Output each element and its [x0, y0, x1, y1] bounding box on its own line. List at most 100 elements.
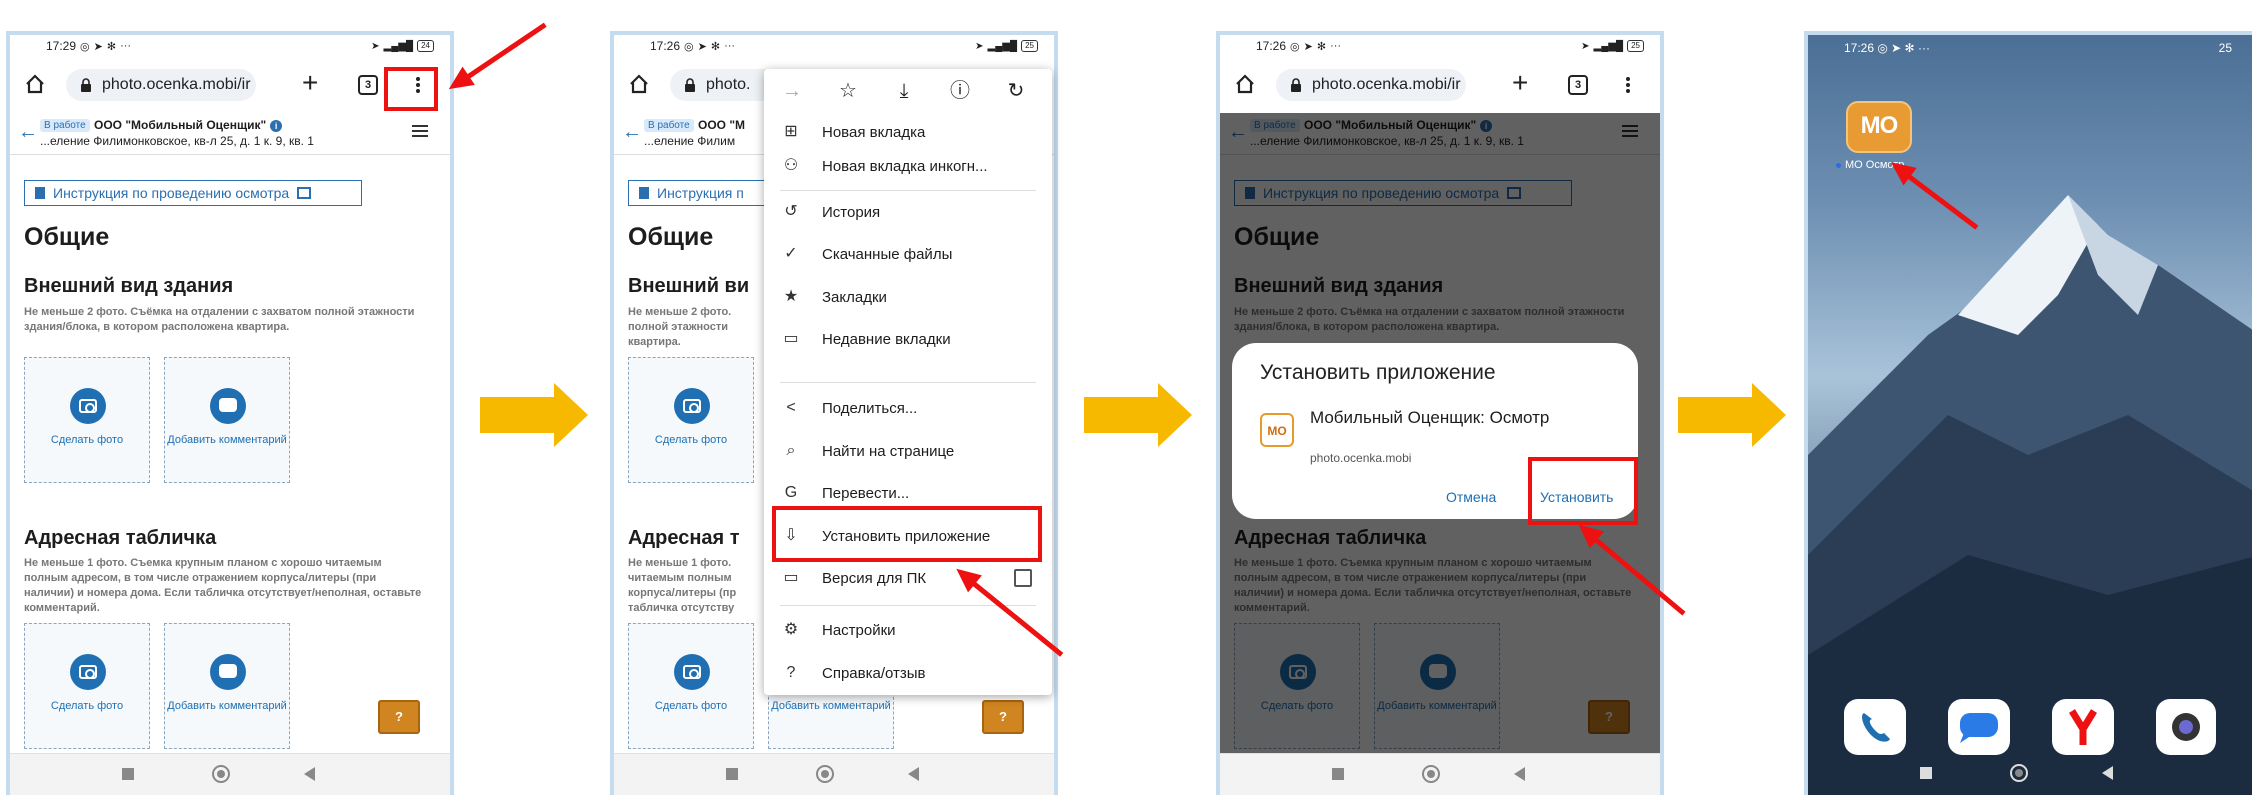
camera-icon — [674, 388, 710, 424]
home-wallpaper: 17:26 ◎ ➤ ✻ ··· 25 МО МО Осмотр — [1808, 35, 2252, 795]
battery-indicator: 25 — [2218, 41, 2232, 55]
browser-toolbar: photo.ocenka.mobi/ir + 3 — [1220, 65, 1660, 105]
location-icon: ➤ — [371, 40, 380, 52]
menu-divider — [780, 382, 1036, 383]
location-icon: ➤ — [1581, 40, 1590, 52]
tab-switcher-button[interactable]: 3 — [358, 75, 378, 95]
status-badge: В работе — [644, 119, 694, 132]
yandex-browser-icon[interactable] — [2052, 699, 2114, 755]
add-comment-label: Добавить комментарий — [167, 434, 287, 446]
highlight-install-button — [1528, 457, 1638, 525]
back-button[interactable] — [2102, 766, 2113, 780]
lock-icon — [685, 78, 695, 92]
menu-item-incognito[interactable]: ⚇ Новая вкладка инкогн... — [764, 149, 1052, 183]
status-time: 17:29 — [46, 39, 77, 53]
pointer-arrow — [462, 22, 547, 82]
home-button[interactable] — [1422, 765, 1440, 783]
phone-app-icon[interactable] — [1844, 699, 1906, 755]
signal-icon: ▂▄▆█ — [987, 40, 1018, 52]
info-icon[interactable]: i — [270, 120, 283, 132]
menu-item-history[interactable]: ↺ История — [764, 195, 1052, 229]
back-button[interactable] — [304, 767, 315, 781]
more-notifications: ··· — [120, 40, 132, 52]
recents-button[interactable] — [1332, 768, 1344, 780]
add-comment-card[interactable]: Добавить комментарий — [164, 357, 290, 483]
refresh-icon[interactable]: ↻ — [1004, 79, 1028, 103]
android-nav-bar — [10, 753, 450, 795]
help-button[interactable]: ? — [982, 700, 1024, 734]
help-button[interactable]: ? — [378, 700, 420, 734]
menu-item-translate[interactable]: G Перевести... — [764, 476, 1052, 510]
download-icon[interactable]: ⤓ — [892, 79, 916, 103]
dialog-app-url: photo.ocenka.mobi — [1310, 451, 1412, 465]
menu-item-new-tab[interactable]: ⊞ Новая вкладка — [764, 115, 1052, 149]
home-icon[interactable] — [24, 73, 46, 95]
hamburger-menu-icon[interactable] — [412, 125, 428, 137]
battery-indicator: 25 — [1627, 40, 1644, 52]
take-photo-card[interactable]: Сделать фото — [24, 357, 150, 483]
menu-item-downloads[interactable]: ✓ Скачанные файлы — [764, 237, 1052, 271]
menu-item-label: Поделиться... — [822, 399, 918, 417]
address-bar[interactable]: photo.ocenka.mobi/ir — [1276, 69, 1466, 101]
back-button[interactable] — [908, 767, 919, 781]
address-bar[interactable]: photo.ocenka.mobi/ir — [66, 69, 256, 101]
status-bar: 17:26 ◎ ➤ ✻ ··· ➤ ▂▄▆█ 25 — [1220, 35, 1660, 57]
menu-toolbar: → ☆ ⤓ ⓘ ↻ — [764, 69, 1052, 115]
home-button[interactable] — [212, 765, 230, 783]
status-bar: 17:29 ◎ ➤ ✻ ··· ➤ ▂▄▆█ 24 — [10, 35, 450, 57]
messages-icon[interactable] — [1948, 699, 2010, 755]
add-comment-card[interactable]: Добавить комментарий — [164, 623, 290, 749]
menu-item-label: Закладки — [822, 288, 887, 306]
take-photo-label: Сделать фото — [50, 700, 124, 712]
back-button[interactable] — [1514, 767, 1525, 781]
new-tab-button[interactable]: + — [1512, 67, 1528, 99]
new-tab-button[interactable]: + — [302, 67, 318, 99]
settings-icon: ✻ — [710, 40, 721, 53]
comment-icon — [210, 654, 246, 690]
tab-switcher-button[interactable]: 3 — [1568, 75, 1588, 95]
page-info-icon[interactable]: ⓘ — [948, 79, 972, 103]
browser-menu-button[interactable] — [1618, 71, 1638, 99]
camera-app-icon[interactable] — [2156, 699, 2216, 755]
block-hint-building: Не меньше 2 фото. Съёмка на отдалении с … — [24, 306, 415, 333]
forward-icon[interactable]: → — [780, 79, 804, 103]
home-button[interactable] — [2010, 764, 2028, 782]
recents-button[interactable] — [122, 768, 134, 780]
menu-item-label: Новая вкладка инкогн... — [822, 157, 988, 175]
telegram-icon: ➤ — [697, 40, 707, 53]
home-icon[interactable] — [628, 73, 650, 95]
back-arrow-icon[interactable]: ← — [18, 121, 38, 144]
instruction-link[interactable]: Инструкция по проведению осмотра — [24, 180, 362, 206]
flow-arrow-2 — [1084, 383, 1192, 447]
lock-icon — [1291, 78, 1301, 92]
plus-box-icon: ⊞ — [784, 123, 798, 140]
bookmark-star-icon[interactable]: ☆ — [836, 79, 860, 103]
block-title-building: Внешний вид здания — [24, 275, 234, 297]
home-button[interactable] — [816, 765, 834, 783]
home-icon[interactable] — [1234, 73, 1256, 95]
settings-icon: ✻ — [1316, 40, 1327, 53]
menu-item-share[interactable]: < Поделиться... — [764, 391, 1052, 425]
menu-item-help[interactable]: ? Справка/отзыв — [764, 656, 1052, 690]
menu-item-bookmarks[interactable]: ★ Закладки — [764, 280, 1052, 314]
mo-app-icon[interactable]: МО — [1846, 101, 1912, 153]
site-header: ← В работе ООО "Мобильный Оценщик"i ...е… — [10, 113, 450, 155]
desktop-site-checkbox[interactable] — [1014, 569, 1032, 587]
menu-item-label: Версия для ПК — [822, 569, 927, 587]
app-logo-icon: МО — [1260, 413, 1294, 447]
take-photo-card[interactable]: Сделать фото — [24, 623, 150, 749]
menu-item-settings[interactable]: ⚙ Настройки — [764, 613, 1052, 647]
menu-item-recent-tabs[interactable]: ▭ Недавние вкладки — [764, 322, 1052, 356]
take-photo-card[interactable]: Сделать фото — [628, 357, 754, 483]
back-arrow-icon[interactable]: ← — [622, 121, 642, 144]
menu-item-desktop-site[interactable]: ▭ Версия для ПК — [764, 561, 1052, 595]
cancel-button[interactable]: Отмена — [1446, 489, 1496, 505]
section-title: Общие — [628, 223, 714, 251]
recents-button[interactable] — [1920, 767, 1932, 779]
instruction-link[interactable]: Инструкция п — [628, 180, 768, 206]
lock-icon — [81, 78, 91, 92]
recents-button[interactable] — [726, 768, 738, 780]
take-photo-card[interactable]: Сделать фото — [628, 623, 754, 749]
menu-item-find[interactable]: ⌕ Найти на странице — [764, 434, 1052, 468]
incognito-icon: ⚇ — [783, 157, 799, 174]
